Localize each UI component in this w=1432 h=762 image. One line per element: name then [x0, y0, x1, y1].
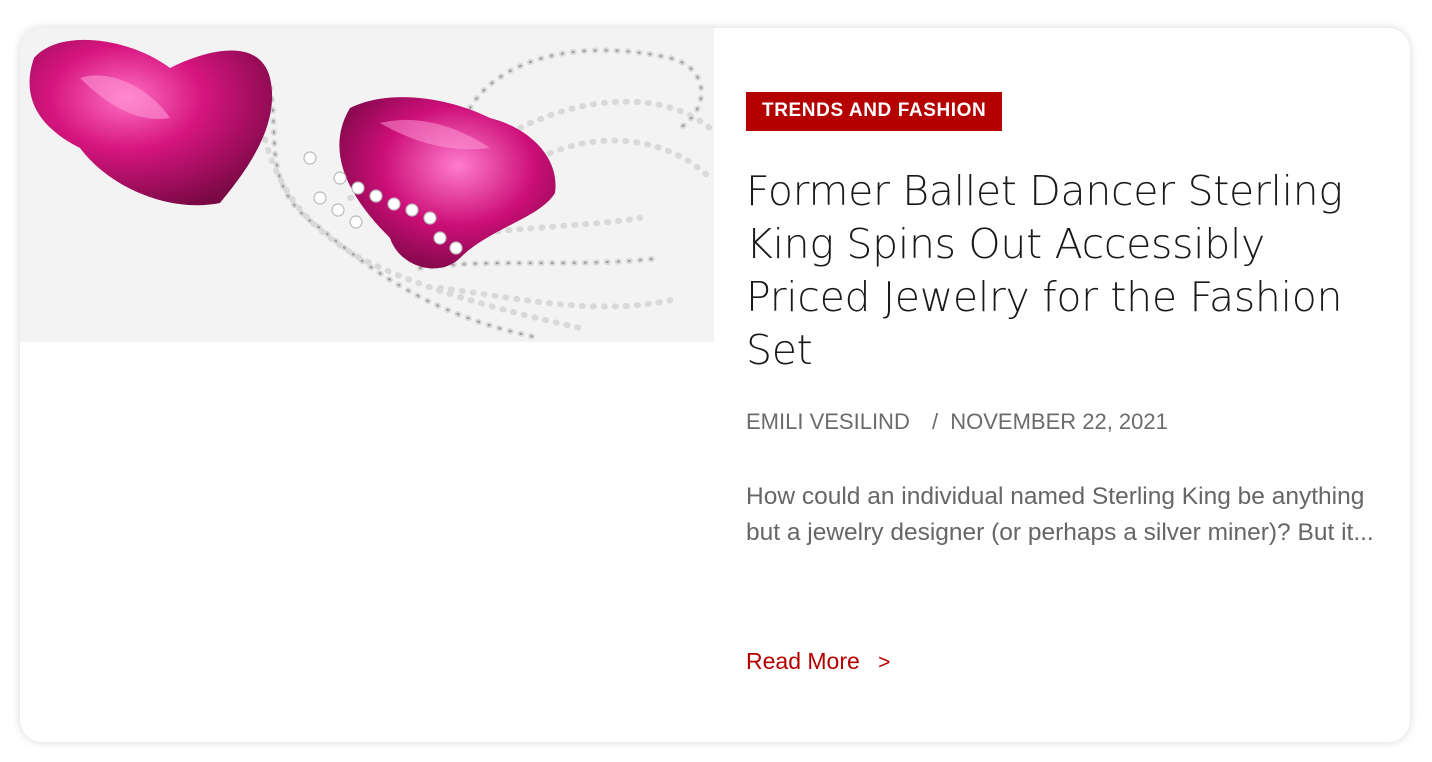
- article-content: TRENDS AND FASHION Former Ballet Dancer …: [746, 92, 1386, 576]
- article-title[interactable]: Former Ballet Dancer Sterling King Spins…: [746, 165, 1386, 377]
- read-more-link[interactable]: Read More >: [746, 648, 890, 675]
- earrings-photo: [20, 28, 714, 342]
- article-image[interactable]: [20, 28, 714, 342]
- meta-separator: /: [931, 409, 939, 434]
- read-more-label: Read More: [746, 648, 860, 674]
- publish-date: NOVEMBER 22, 2021: [950, 409, 1168, 434]
- category-badge[interactable]: TRENDS AND FASHION: [746, 92, 1003, 131]
- article-meta: EMILI VESILIND / NOVEMBER 22, 2021: [746, 409, 1386, 435]
- article-card: TRENDS AND FASHION Former Ballet Dancer …: [20, 28, 1410, 742]
- article-excerpt: How could an individual named Sterling K…: [746, 483, 1374, 546]
- author-link[interactable]: EMILI VESILIND: [746, 409, 910, 434]
- chevron-right-icon: >: [878, 651, 891, 674]
